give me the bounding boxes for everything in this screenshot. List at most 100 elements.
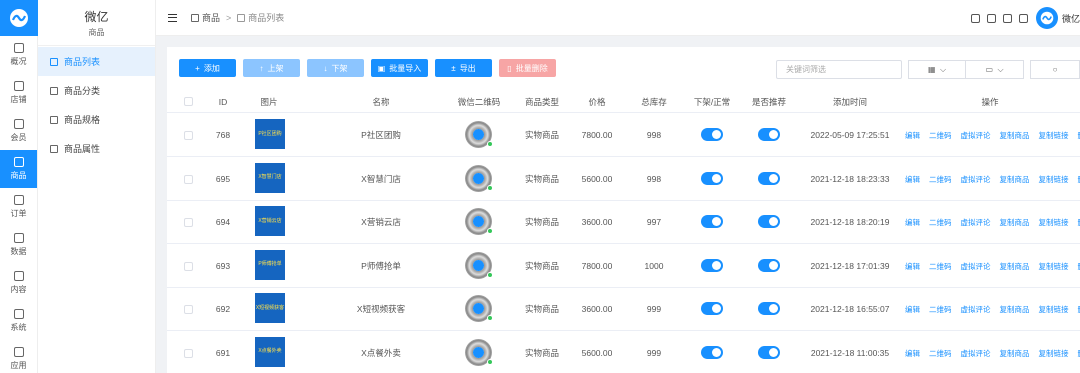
edit-link[interactable]: 编辑: [905, 261, 920, 272]
virtual-review-link[interactable]: 虚拟评论: [961, 217, 991, 228]
copy-url-link[interactable]: 复制链接: [1039, 174, 1069, 185]
product-thumbnail[interactable]: X营销云店: [255, 206, 285, 236]
wechat-qr-code[interactable]: [465, 295, 493, 322]
category-filter-select[interactable]: ▦ ⌵: [908, 60, 966, 79]
qr-code-link[interactable]: 二维码: [929, 348, 952, 359]
rail-item[interactable]: 系统: [0, 302, 37, 340]
rail-item[interactable]: 订单: [0, 188, 37, 226]
column-header: 添加时间: [832, 97, 867, 107]
wechat-qr-code[interactable]: [465, 208, 493, 235]
recommend-switch[interactable]: [758, 302, 780, 315]
recommend-switch[interactable]: [758, 215, 780, 228]
product-thumbnail[interactable]: X短视频获客: [255, 293, 285, 323]
recommend-switch[interactable]: [758, 345, 780, 359]
rail-item[interactable]: 会员: [0, 112, 37, 150]
menu-item[interactable]: 商品属性: [38, 134, 155, 163]
off-shelf-button[interactable]: ↓ 下架: [307, 59, 364, 77]
copy-url-link[interactable]: 复制链接: [1039, 304, 1069, 315]
breadcrumb-item-product[interactable]: 商品: [202, 11, 220, 24]
row-checkbox[interactable]: [184, 174, 193, 184]
menu-item[interactable]: 商品分类: [38, 76, 155, 105]
edit-link[interactable]: 编辑: [905, 130, 920, 141]
qr-code-link[interactable]: 二维码: [929, 130, 952, 141]
table-row: 692 X短视频获客 X短视频获客 实物商品 3600.00 999 2021-12-18 …: [167, 288, 1080, 331]
rail-item[interactable]: 内容: [0, 264, 37, 302]
row-checkbox[interactable]: [184, 218, 193, 227]
batch-import-button[interactable]: ▣ 批量导入: [371, 59, 428, 77]
fullscreen-icon[interactable]: [1003, 13, 1012, 23]
edit-link[interactable]: 编辑: [905, 348, 920, 359]
qr-code-link[interactable]: 二维码: [929, 261, 952, 272]
on-sale-switch[interactable]: [701, 302, 723, 315]
virtual-review-link[interactable]: 虚拟评论: [961, 130, 991, 141]
copy-url-link[interactable]: 复制链接: [1039, 130, 1069, 141]
wechat-qr-code[interactable]: [465, 251, 493, 279]
wechat-qr-code[interactable]: [465, 121, 493, 148]
qr-code-link[interactable]: 二维码: [929, 304, 952, 315]
product-stock: 998: [646, 173, 662, 184]
refresh-icon[interactable]: [1019, 13, 1028, 23]
settings-icon: [13, 309, 24, 319]
recommend-switch[interactable]: [758, 258, 780, 272]
on-sale-switch[interactable]: [701, 171, 723, 185]
virtual-review-link[interactable]: 虚拟评论: [961, 261, 991, 272]
row-checkbox[interactable]: [184, 131, 193, 140]
on-sale-switch[interactable]: [701, 258, 723, 272]
copy-product-link[interactable]: 复制商品: [1000, 261, 1030, 272]
rail-item[interactable]: 应用: [0, 340, 37, 373]
export-button[interactable]: ± 导出: [435, 59, 492, 77]
username[interactable]: 微亿: [1062, 12, 1080, 25]
rail-item[interactable]: 数据: [0, 226, 37, 264]
on-sale-switch[interactable]: [701, 128, 723, 141]
recommend-switch[interactable]: [758, 128, 780, 141]
qr-code-link[interactable]: 二维码: [929, 174, 952, 185]
product-thumbnail[interactable]: P社区团购: [255, 119, 285, 149]
product-thumbnail[interactable]: P师傅抢单: [255, 249, 285, 280]
product-thumbnail[interactable]: X智慧门店: [255, 162, 285, 193]
add-button[interactable]: + 添加: [179, 59, 236, 77]
row-checkbox[interactable]: [184, 261, 193, 271]
on-shelf-button[interactable]: ↑ 上架: [243, 59, 300, 77]
rail-item[interactable]: 概况: [0, 36, 37, 74]
select-all-checkbox[interactable]: [184, 97, 193, 106]
search-button[interactable]: ○: [1030, 60, 1080, 79]
copy-product-link[interactable]: 复制商品: [1000, 130, 1030, 141]
added-time: 2021-12-18 16:55:07: [810, 304, 890, 314]
recommend-switch[interactable]: [758, 171, 780, 185]
folder-filter-select[interactable]: ▭ ⌵: [966, 60, 1024, 79]
theme-shirt-icon[interactable]: [987, 13, 996, 23]
on-sale-switch[interactable]: [701, 215, 723, 228]
wechat-qr-code[interactable]: [465, 338, 493, 366]
menu-item[interactable]: 商品列表: [38, 47, 155, 76]
avatar[interactable]: [1036, 7, 1058, 29]
rail-item[interactable]: 商品: [0, 150, 37, 188]
virtual-review-link[interactable]: 虚拟评论: [961, 174, 991, 185]
wechat-qr-code[interactable]: [465, 164, 493, 192]
batch-delete-button[interactable]: ▯ 批量删除: [499, 59, 556, 77]
virtual-review-link[interactable]: 虚拟评论: [961, 304, 991, 315]
menu-item[interactable]: 商品规格: [38, 105, 155, 134]
rail-item[interactable]: 店铺: [0, 74, 37, 112]
edit-link[interactable]: 编辑: [905, 304, 920, 315]
on-sale-switch[interactable]: [701, 345, 723, 359]
virtual-review-link[interactable]: 虚拟评论: [961, 348, 991, 359]
copy-product-link[interactable]: 复制商品: [1000, 174, 1030, 185]
product-thumbnail[interactable]: X点餐外卖: [255, 336, 285, 367]
row-checkbox[interactable]: [184, 305, 193, 314]
keyword-search-input[interactable]: 关键词筛选: [776, 60, 902, 79]
copy-product-link[interactable]: 复制商品: [1000, 348, 1030, 359]
chart-icon: [13, 233, 24, 243]
product-type: 实物商品: [524, 304, 559, 314]
qr-code-link[interactable]: 二维码: [929, 217, 952, 228]
copy-url-link[interactable]: 复制链接: [1039, 261, 1069, 272]
edit-link[interactable]: 编辑: [905, 217, 920, 228]
collapse-menu-icon[interactable]: [168, 13, 177, 22]
app-logo[interactable]: [0, 0, 38, 36]
copy-product-link[interactable]: 复制商品: [1000, 304, 1030, 315]
copy-url-link[interactable]: 复制链接: [1039, 348, 1069, 359]
bell-icon[interactable]: [971, 13, 980, 23]
copy-product-link[interactable]: 复制商品: [1000, 217, 1030, 228]
copy-url-link[interactable]: 复制链接: [1039, 217, 1069, 228]
row-checkbox[interactable]: [184, 348, 193, 358]
edit-link[interactable]: 编辑: [905, 174, 920, 185]
